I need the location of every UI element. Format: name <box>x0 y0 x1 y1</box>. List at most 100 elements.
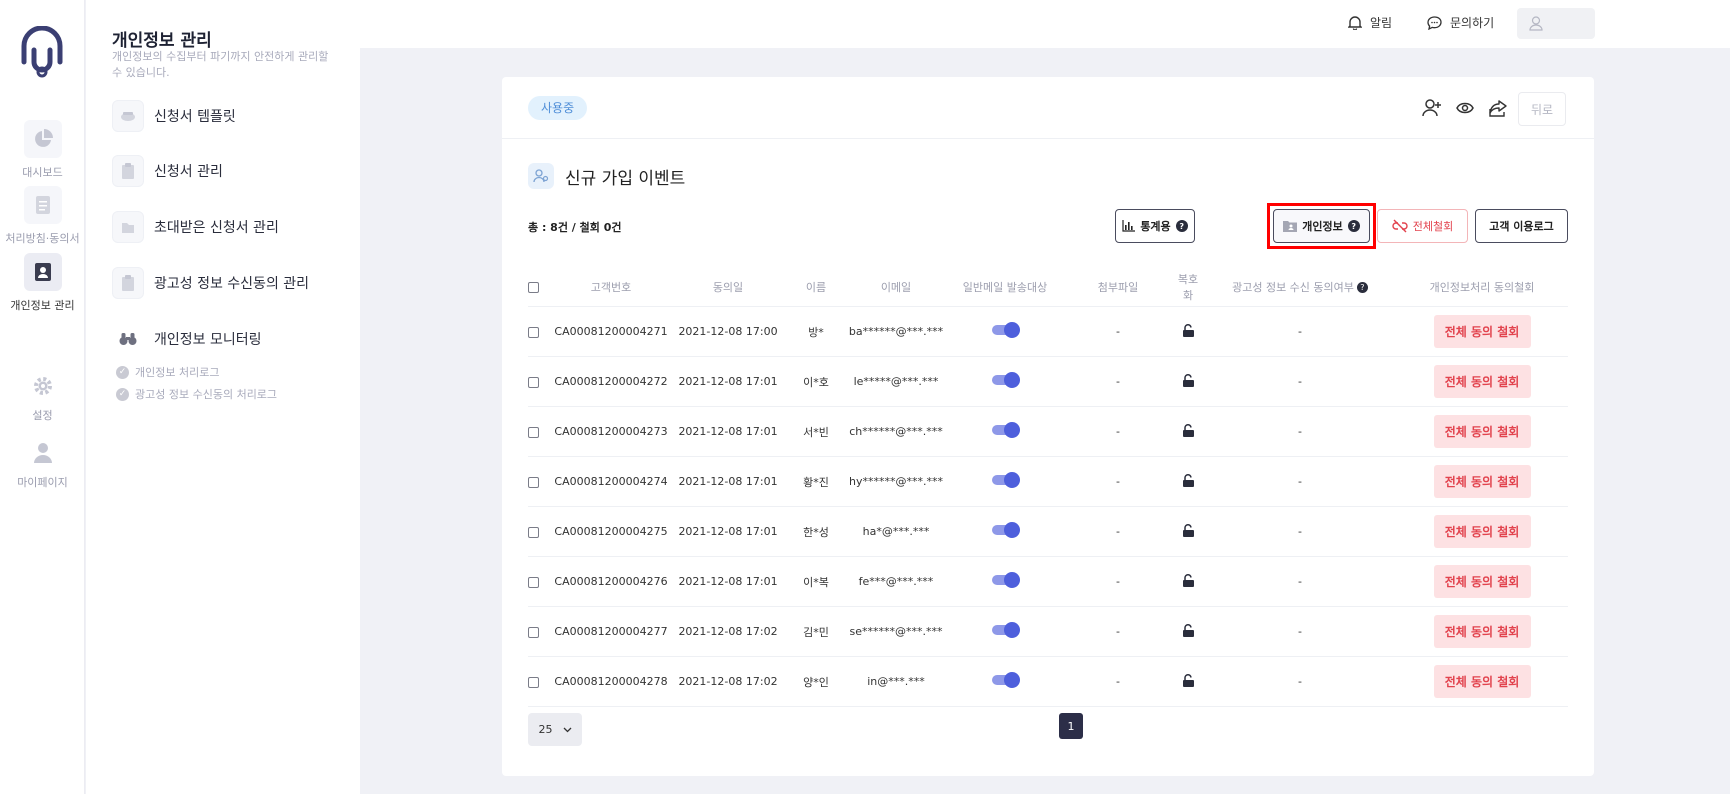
revoke-consent-button[interactable]: 전체 동의 철회 <box>1433 665 1531 698</box>
table-header: 고객번호 동의일 이름 이메일 일반메일 발송대상 첨부파일 복호화 광고성 정… <box>528 267 1568 307</box>
rail-item-settings[interactable]: 설정 <box>0 371 85 423</box>
personal-info-button[interactable]: 개인정보 ? <box>1273 209 1370 243</box>
mail-target-toggle[interactable] <box>992 472 1020 488</box>
row-checkbox[interactable] <box>528 326 539 338</box>
table-row[interactable]: CA00081200004275 2021-12-08 17:01 한*성 ha*@*… <box>528 507 1568 557</box>
mail-target-toggle[interactable] <box>992 672 1020 688</box>
consent-date: 2021-12-08 17:01 <box>678 375 778 388</box>
avatar[interactable] <box>1517 8 1595 39</box>
column-header[interactable]: 개인정보처리 동의철회 <box>1398 279 1566 295</box>
row-checkbox[interactable] <box>528 676 539 688</box>
mail-target-toggle[interactable] <box>992 572 1020 588</box>
template-icon <box>112 100 144 132</box>
unlock-icon[interactable] <box>1182 673 1195 690</box>
consent-date: 2021-12-08 17:02 <box>678 625 778 638</box>
stats-button[interactable]: 통계용 ? <box>1115 209 1195 243</box>
revoke-consent-button[interactable]: 전체 동의 철회 <box>1433 465 1531 498</box>
customer-name: 이*호 <box>803 375 829 389</box>
mail-target-toggle[interactable] <box>992 372 1020 388</box>
top-bar: 알림 문의하기 <box>360 0 1730 48</box>
revoke-consent-button[interactable]: 전체 동의 철회 <box>1433 515 1531 548</box>
customer-id: CA00081200004273 <box>554 425 668 438</box>
attachment-value: - <box>1116 325 1120 338</box>
consent-date: 2021-12-08 17:02 <box>678 675 778 688</box>
attachment-value: - <box>1116 625 1120 638</box>
revoke-consent-button[interactable]: 전체 동의 철회 <box>1433 415 1531 448</box>
alarm-button[interactable]: 알림 <box>1348 14 1392 31</box>
column-header[interactable]: 이름 <box>788 279 844 295</box>
revoke-consent-button[interactable]: 전체 동의 철회 <box>1433 315 1531 348</box>
back-button[interactable]: 뒤로 <box>1518 92 1566 126</box>
unlock-icon[interactable] <box>1182 623 1195 640</box>
check-circle-icon: ✓ <box>116 387 129 401</box>
table-row[interactable]: CA00081200004272 2021-12-08 17:01 이*호 le***… <box>528 357 1568 407</box>
mail-target-toggle[interactable] <box>992 422 1020 438</box>
table-row[interactable]: CA00081200004274 2021-12-08 17:01 황*진 hy***… <box>528 457 1568 507</box>
subnav-subitem-privacy-log[interactable]: ✓ 개인정보 처리로그 <box>116 364 219 380</box>
rail-item-policy[interactable]: 처리방침·동의서 <box>0 186 85 246</box>
usage-log-button[interactable]: 고객 이용로그 <box>1475 209 1568 243</box>
rail-label: 마이페이지 <box>17 476 68 489</box>
row-checkbox[interactable] <box>528 426 539 438</box>
row-checkbox[interactable] <box>528 526 539 538</box>
row-checkbox[interactable] <box>528 476 539 488</box>
row-checkbox[interactable] <box>528 376 539 388</box>
table-row[interactable]: CA00081200004273 2021-12-08 17:01 서*빈 ch***… <box>528 407 1568 457</box>
brand-logo[interactable] <box>18 25 66 78</box>
revoke-all-button[interactable]: 전체철회 <box>1377 209 1468 243</box>
column-header[interactable]: 일반메일 발송대상 <box>948 279 1062 295</box>
page-size-select[interactable]: 25 <box>528 713 582 746</box>
ad-consent-value: - <box>1298 625 1302 638</box>
document-icon <box>23 186 62 224</box>
unlock-icon[interactable] <box>1182 573 1195 590</box>
revoke-consent-button[interactable]: 전체 동의 철회 <box>1433 365 1531 398</box>
unlock-icon[interactable] <box>1182 373 1195 390</box>
rail-item-privacy[interactable]: 개인정보 관리 <box>0 253 85 313</box>
select-all-checkbox[interactable] <box>528 281 539 293</box>
row-checkbox[interactable] <box>528 626 539 638</box>
column-header[interactable]: 동의일 <box>668 279 788 295</box>
share-icon[interactable] <box>1485 95 1511 121</box>
column-header[interactable]: 고객번호 <box>554 279 668 295</box>
unlock-icon[interactable] <box>1182 423 1195 440</box>
column-header[interactable]: 복호화 <box>1174 271 1202 303</box>
attachment-value: - <box>1116 525 1120 538</box>
row-checkbox[interactable] <box>528 576 539 588</box>
column-header[interactable]: 첨부파일 <box>1062 279 1174 295</box>
mail-target-toggle[interactable] <box>992 522 1020 538</box>
binoculars-icon <box>112 323 144 355</box>
subnav-item-ad-consent[interactable]: 광고성 정보 수신동의 관리 <box>112 265 309 301</box>
attachment-value: - <box>1116 575 1120 588</box>
column-header[interactable]: 이메일 <box>844 279 948 295</box>
customer-id: CA00081200004271 <box>554 325 668 338</box>
subnav-subitem-ad-log[interactable]: ✓ 광고성 정보 수신동의 처리로그 <box>116 386 277 402</box>
unlock-icon[interactable] <box>1182 523 1195 540</box>
subnav-item-template[interactable]: 신청서 템플릿 <box>112 98 236 134</box>
eye-icon[interactable] <box>1452 95 1478 121</box>
table-row[interactable]: CA00081200004278 2021-12-08 17:02 양*인 in@**… <box>528 657 1568 707</box>
id-card-icon <box>23 253 62 291</box>
revoke-consent-button[interactable]: 전체 동의 철회 <box>1433 565 1531 598</box>
subnav-item-invited[interactable]: 초대받은 신청서 관리 <box>112 209 279 245</box>
help-icon: ? <box>1175 220 1188 232</box>
subnav-item-monitoring[interactable]: 개인정보 모니터링 <box>112 321 262 357</box>
table-row[interactable]: CA00081200004276 2021-12-08 17:01 이*복 fe***… <box>528 557 1568 607</box>
inquiry-button[interactable]: 문의하기 <box>1427 14 1494 31</box>
revoke-consent-button[interactable]: 전체 동의 철회 <box>1433 615 1531 648</box>
column-header-ad-consent[interactable]: 광고성 정보 수신 동의여부? <box>1202 279 1398 295</box>
page-button-current[interactable]: 1 <box>1059 713 1083 739</box>
rail-item-mypage[interactable]: 마이페이지 <box>0 438 85 490</box>
table-row[interactable]: CA00081200004271 2021-12-08 17:00 방* ba****… <box>528 307 1568 357</box>
table-row[interactable]: CA00081200004277 2021-12-08 17:02 김*민 se***… <box>528 607 1568 657</box>
unlock-icon[interactable] <box>1182 473 1195 490</box>
attachment-value: - <box>1116 425 1120 438</box>
add-user-icon[interactable] <box>1419 95 1445 121</box>
mail-target-toggle[interactable] <box>992 622 1020 638</box>
mail-target-toggle[interactable] <box>992 322 1020 338</box>
sub-navigation: 개인정보 관리 개인정보의 수집부터 파기까지 안전하게 관리할 수 있습니다.… <box>86 0 360 794</box>
rail-item-dashboard[interactable]: 대시보드 <box>0 120 85 180</box>
folder-user-icon <box>1283 221 1298 232</box>
unlock-icon[interactable] <box>1182 323 1195 340</box>
chat-icon <box>1427 15 1442 30</box>
subnav-item-forms[interactable]: 신청서 관리 <box>112 153 223 189</box>
